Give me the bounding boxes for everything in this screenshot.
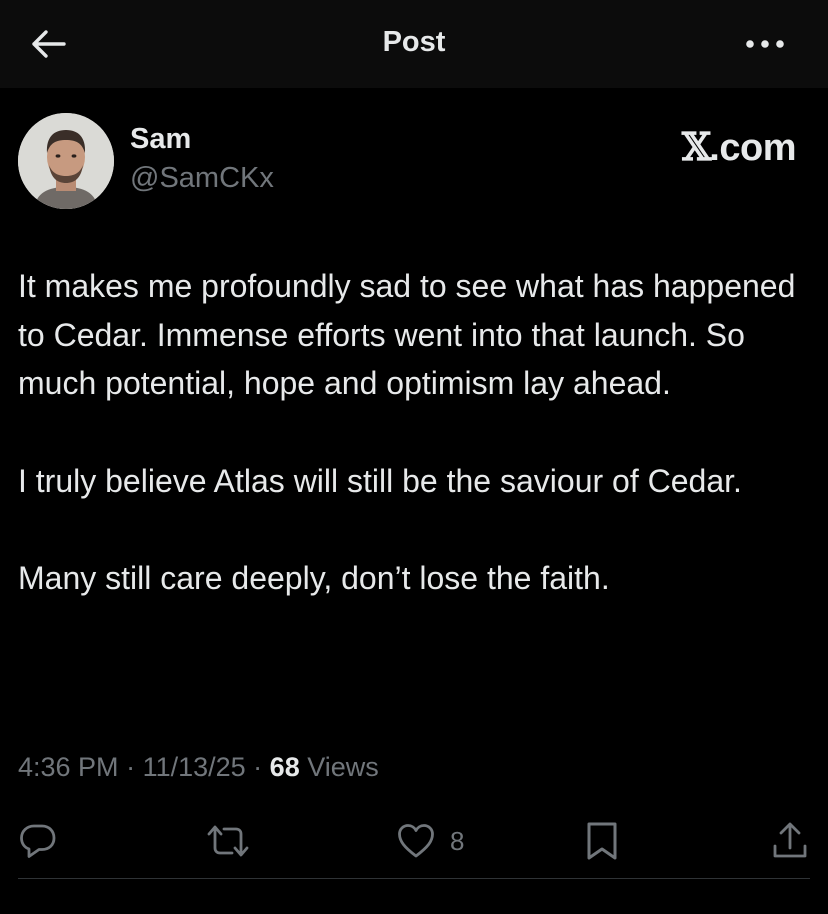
like-count: 8 (450, 825, 465, 856)
action-bar: 8 (0, 818, 828, 864)
like-button[interactable]: 8 (396, 818, 464, 864)
post-paragraph: I truly believe Atlas will still be the … (18, 462, 742, 499)
x-com-watermark: 𝕏.com (681, 124, 797, 170)
post-time[interactable]: 4:36 PM (18, 752, 119, 782)
bookmark-icon (587, 822, 617, 860)
author-handle[interactable]: @SamCKx (130, 162, 274, 195)
heart-icon (398, 824, 434, 858)
divider (18, 878, 810, 879)
bookmark-button[interactable] (584, 818, 620, 864)
repost-button[interactable] (206, 818, 250, 864)
views-count: 68 (269, 752, 300, 782)
watermark-domain: .com (709, 127, 796, 169)
post-paragraph: It makes me profoundly sad to see what h… (18, 268, 796, 402)
page-title: Post (382, 26, 446, 58)
views-label: Views (307, 752, 379, 782)
more-dots-icon (746, 40, 784, 48)
reply-button[interactable] (18, 818, 58, 864)
meta-separator: · (245, 752, 270, 782)
share-icon (773, 822, 807, 858)
avatar-photo (18, 113, 114, 209)
post-date[interactable]: 11/13/25 (143, 752, 246, 782)
meta-separator: · (118, 752, 143, 782)
avatar[interactable] (18, 113, 114, 209)
share-button[interactable] (770, 818, 810, 864)
repost-icon (207, 825, 249, 857)
post-body: It makes me profoundly sad to see what h… (18, 262, 808, 603)
post-meta: 4:36 PM · 11/13/25 · 68 Views (18, 752, 379, 783)
reply-icon (20, 824, 56, 858)
top-bar: Post (0, 0, 828, 88)
x-logo-icon: 𝕏 (681, 124, 712, 169)
more-button[interactable] (740, 26, 790, 62)
post-paragraph: Many still care deeply, don’t lose the f… (18, 560, 610, 597)
author-name[interactable]: Sam (130, 123, 191, 156)
